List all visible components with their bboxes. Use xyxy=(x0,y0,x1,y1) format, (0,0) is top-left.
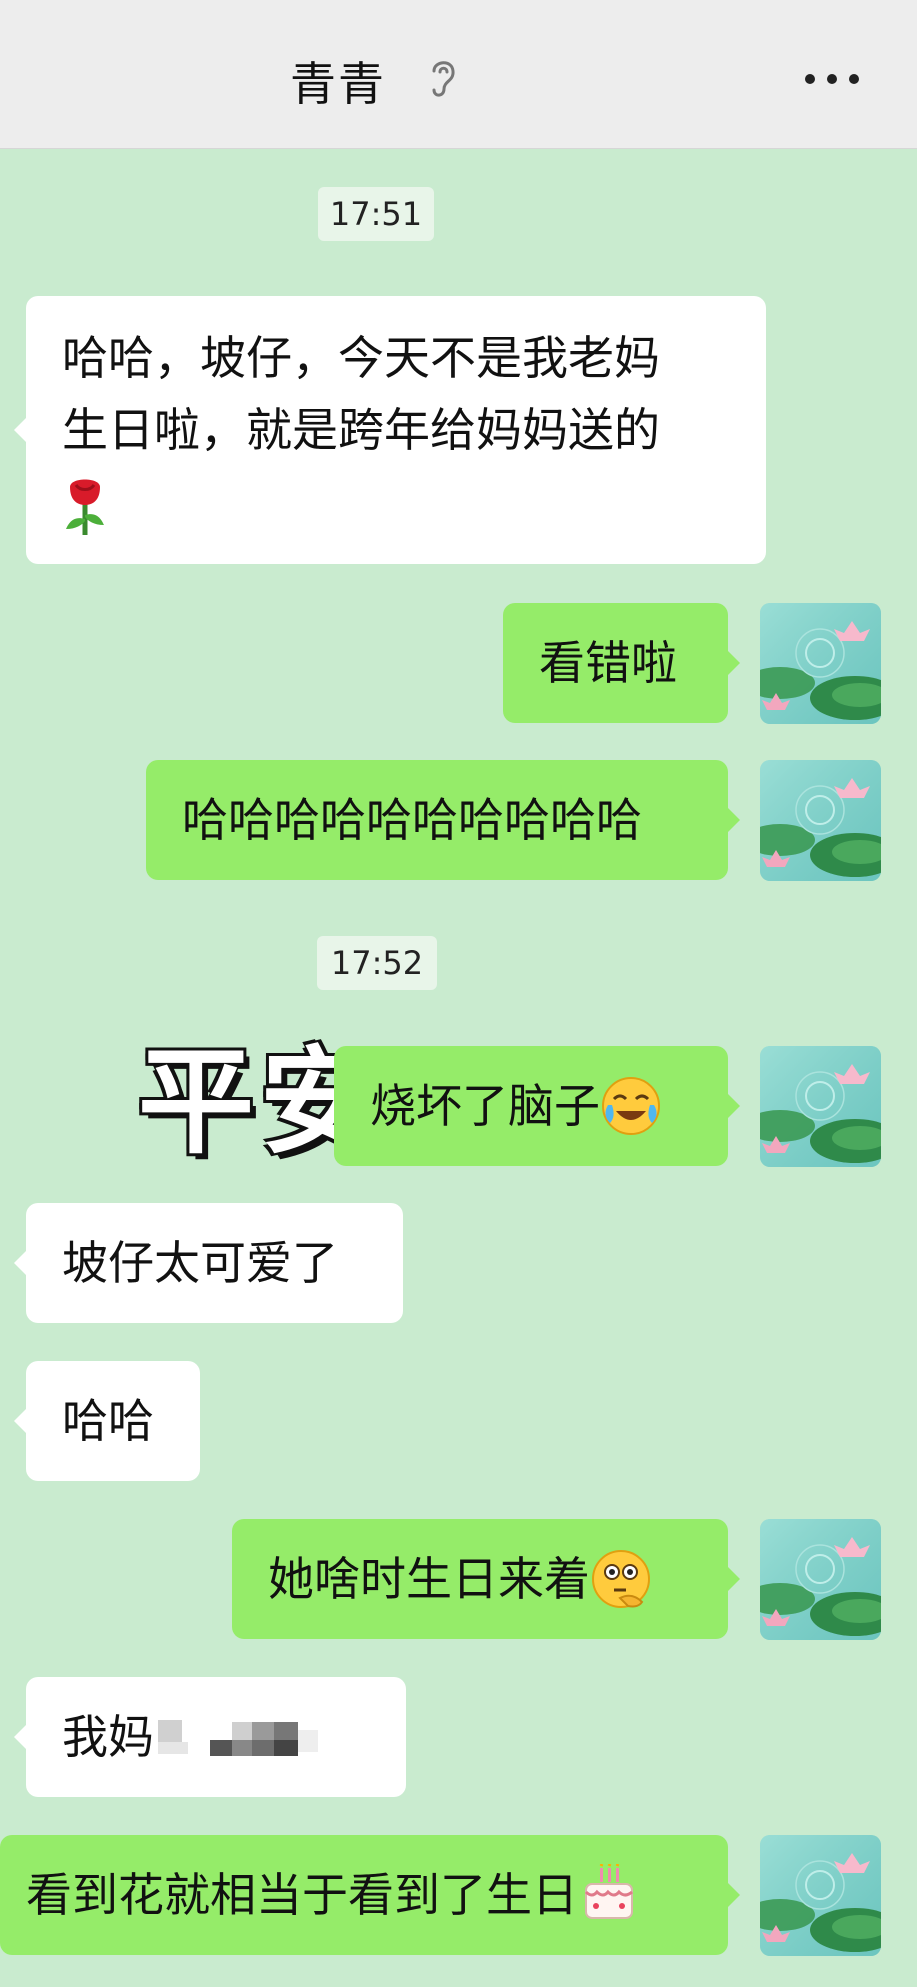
user-avatar[interactable] xyxy=(760,1046,881,1167)
crying-laughing-emoji xyxy=(602,1077,660,1135)
birthday-cake-emoji xyxy=(584,1864,633,1919)
chat-header: 青青 xyxy=(0,0,917,149)
chat-title: 青青 xyxy=(290,57,386,111)
user-avatar[interactable] xyxy=(760,1835,881,1956)
message-bubble-incoming[interactable]: 我妈 xyxy=(14,1677,406,1797)
timestamp: 17:52 xyxy=(317,936,437,990)
more-dots-icon[interactable] xyxy=(802,62,862,96)
message-bubble-incoming[interactable]: 哈哈 xyxy=(14,1361,200,1481)
message-text: 生日啦，就是跨年给妈妈送的 xyxy=(62,403,660,457)
message-bubble-outgoing[interactable]: 哈哈哈哈哈哈哈哈哈哈 xyxy=(146,760,740,880)
message-bubble-outgoing[interactable]: 看错啦 xyxy=(503,603,740,723)
message-text: 看错啦 xyxy=(539,636,677,690)
pixelated-redaction xyxy=(158,1720,318,1756)
thinking-face-emoji xyxy=(592,1550,650,1608)
message-text: 我妈 xyxy=(62,1710,154,1764)
message-bubble-outgoing[interactable]: 烧坏了脑子 xyxy=(334,1046,740,1166)
message-bubble-outgoing[interactable]: 看到花就相当于看到了生日 xyxy=(0,1835,740,1955)
user-avatar[interactable] xyxy=(760,603,881,724)
message-text: 哈哈，坡仔，今天不是我老妈 xyxy=(62,331,660,385)
message-text: 烧坏了脑子 xyxy=(370,1079,600,1133)
message-text: 哈哈哈哈哈哈哈哈哈哈 xyxy=(182,793,642,847)
message-text: 哈哈 xyxy=(62,1394,154,1448)
timestamp: 17:51 xyxy=(318,187,434,241)
user-avatar[interactable] xyxy=(760,760,881,881)
rose-emoji xyxy=(66,479,104,535)
message-text: 她啥时生日来着 xyxy=(268,1552,590,1606)
message-text: 看到花就相当于看到了生日 xyxy=(26,1868,578,1922)
message-bubble-incoming[interactable]: 哈哈，坡仔，今天不是我老妈 生日啦，就是跨年给妈妈送的 xyxy=(14,296,766,564)
message-bubble-outgoing[interactable]: 她啥时生日来着 xyxy=(232,1519,740,1639)
user-avatar[interactable] xyxy=(760,1519,881,1640)
message-text: 坡仔太可爱了 xyxy=(62,1236,338,1290)
ear-icon[interactable] xyxy=(425,55,459,101)
message-bubble-incoming[interactable]: 坡仔太可爱了 xyxy=(14,1203,403,1323)
